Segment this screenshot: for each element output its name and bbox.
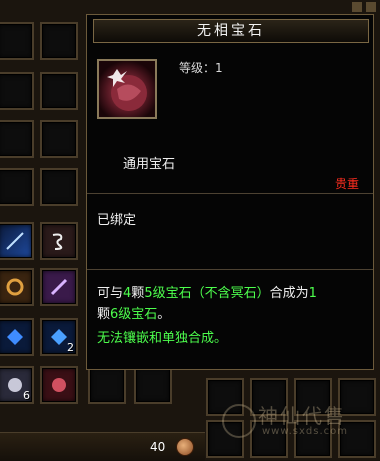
inventory-slot-crystal-stack[interactable]: 2 [40, 318, 78, 356]
blue-crystal-icon [51, 329, 67, 345]
ring-icon [6, 278, 24, 296]
stack-count: 6 [23, 389, 30, 402]
inventory-slot-crystal[interactable] [0, 318, 34, 356]
inventory-slot[interactable] [88, 366, 126, 404]
blue-crystal-icon [7, 329, 23, 345]
inventory-slot[interactable] [40, 120, 78, 158]
inventory-slot-ring[interactable] [0, 268, 34, 306]
stack-count: 2 [67, 341, 74, 354]
inventory-slot[interactable] [0, 120, 34, 158]
inventory-slot[interactable] [40, 22, 78, 60]
bind-status: 已绑定 [97, 213, 137, 228]
inventory-slot-staff[interactable] [40, 268, 78, 306]
desc-result-level: 6级宝石 [110, 307, 158, 322]
inventory-slot[interactable] [0, 22, 34, 60]
desc-text: 颗 [131, 286, 145, 301]
gold-count: 40 [150, 440, 166, 454]
item-name: 无相宝石 [93, 19, 369, 43]
inventory-slot[interactable] [40, 72, 78, 110]
item-tooltip: 无相宝石 等级：1 通用宝石 贵重 已绑定 可与4颗5级宝石（不含冥石）合成为1… [86, 14, 374, 370]
gem-item-icon [97, 59, 157, 119]
watermark-logo-icon [222, 404, 256, 438]
inventory-slot-blade[interactable] [0, 222, 34, 260]
inventory-slot[interactable] [134, 366, 172, 404]
inventory-slot-orb[interactable]: 6 [0, 366, 34, 404]
sword-icon [6, 232, 24, 250]
divider [87, 269, 373, 270]
inventory-slot[interactable] [40, 168, 78, 206]
red-gem-icon [107, 69, 147, 111]
inventory-slot[interactable] [0, 168, 34, 206]
desc-text: 可与 [97, 286, 124, 301]
watermark-url: www.sxds.com [262, 426, 349, 437]
watermark-text: 神仙代售 [258, 404, 346, 428]
desc-gem-level: 5级宝石（不含冥石） [144, 286, 270, 301]
inventory-slot-dragon[interactable] [40, 222, 78, 260]
item-note: 无法镶嵌和单独合成。 [97, 331, 228, 346]
coin-icon [176, 438, 194, 456]
inventory-slot-gem-selected[interactable] [40, 366, 78, 404]
inventory-slot[interactable] [0, 72, 34, 110]
orb-icon [8, 378, 22, 392]
red-gem-icon [52, 378, 66, 392]
desc-text: 。 [157, 307, 171, 322]
divider [87, 193, 373, 194]
item-level: 等级：1 [179, 61, 223, 75]
desc-text: 颗 [97, 307, 111, 322]
item-description: 可与4颗5级宝石（不含冥石）合成为1 颗6级宝石。 [97, 283, 367, 325]
desc-result-count: 1 [308, 286, 317, 301]
staff-icon [50, 278, 68, 296]
currency-bar [0, 432, 205, 461]
desc-text: 合成为 [269, 286, 309, 301]
item-type: 通用宝石 [123, 157, 176, 172]
item-rarity: 贵重 [334, 177, 359, 191]
dragon-icon [52, 233, 63, 250]
